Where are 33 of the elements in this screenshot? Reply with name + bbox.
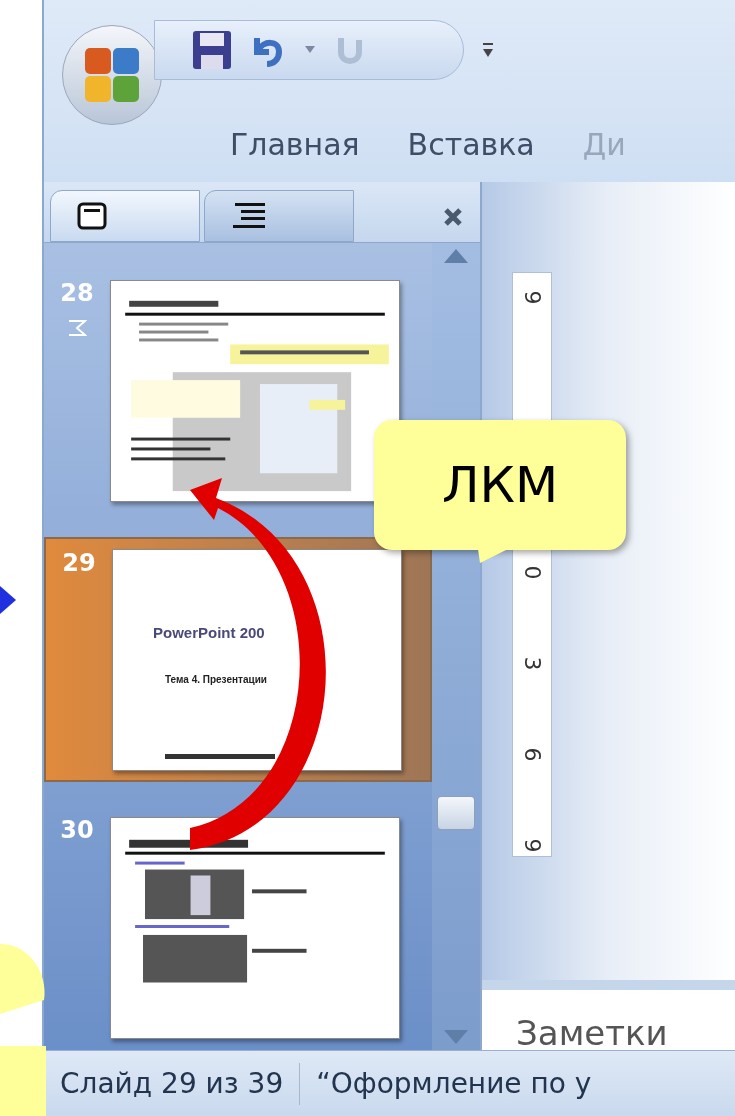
ruler-label: 0 xyxy=(518,565,546,580)
slide-icon xyxy=(77,202,107,230)
dropdown-caret-icon[interactable] xyxy=(305,46,315,54)
ribbon-tab[interactable]: Вставка xyxy=(407,122,535,167)
ruler-label: 3 xyxy=(518,656,546,671)
scroll-up-icon[interactable] xyxy=(444,249,468,263)
close-icon[interactable] xyxy=(444,208,462,226)
pane-tab[interactable] xyxy=(204,190,354,242)
slide-thumbnail[interactable] xyxy=(110,280,400,503)
ruler-label: 9 xyxy=(518,838,546,853)
slide-number: 30 xyxy=(60,814,94,846)
save-icon[interactable] xyxy=(191,29,233,71)
scroll-thumb[interactable] xyxy=(437,796,475,830)
slide-subtitle: Тема 4. Презентации xyxy=(165,673,267,687)
office-logo-icon xyxy=(83,46,141,104)
slide-row[interactable]: 29 PowerPoint 200 Тема 4. Презентации xyxy=(44,537,432,782)
outline-icon xyxy=(231,201,267,231)
speech-bubble: ЛКМ xyxy=(374,420,626,550)
notes-field[interactable]: Заметки xyxy=(482,980,735,1050)
ruler-label: 9 xyxy=(518,290,546,305)
slide-thumbnail[interactable]: PowerPoint 200 Тема 4. Презентации xyxy=(112,548,402,771)
arrow-head-icon xyxy=(0,586,16,614)
slide-thumbnail[interactable] xyxy=(110,816,400,1039)
customize-toolbar-icon[interactable] xyxy=(482,41,494,59)
pointer-icon xyxy=(478,549,508,563)
animation-icon xyxy=(67,319,87,337)
theme-name: “Оформление по у xyxy=(315,1065,592,1102)
ruler-label: 6 xyxy=(518,747,546,762)
slide-number: 28 xyxy=(60,278,94,309)
ribbon-tab[interactable]: Главная xyxy=(230,122,360,167)
slide-number: 29 xyxy=(62,548,96,580)
pane-tab[interactable] xyxy=(50,190,200,242)
slide-title: PowerPoint 200 xyxy=(153,622,265,643)
